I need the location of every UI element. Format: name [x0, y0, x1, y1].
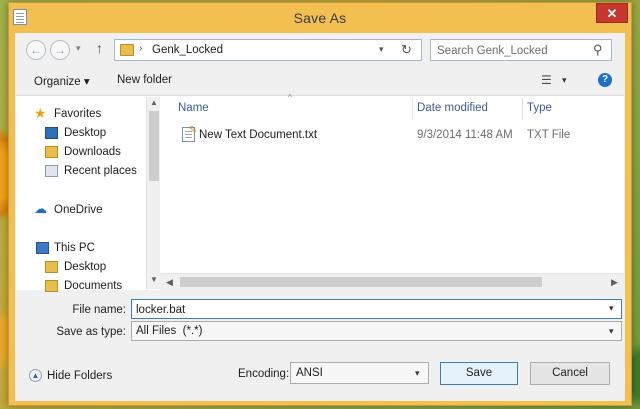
organize-menu-button[interactable]: Organize ▾ — [34, 74, 90, 88]
nav-item-label: Downloads — [64, 146, 121, 158]
star-icon: ★ — [34, 105, 47, 121]
computer-icon — [36, 242, 49, 254]
nav-item-pc-desktop[interactable]: Desktop — [16, 258, 146, 277]
chevron-down-icon[interactable]: ▾ — [609, 326, 614, 337]
address-dropdown-icon[interactable]: ▾ — [379, 44, 384, 55]
scroll-left-icon[interactable]: ◀ — [166, 277, 173, 288]
search-input[interactable] — [437, 43, 587, 58]
breadcrumb-current-folder[interactable]: Genk_Locked — [152, 44, 223, 56]
change-view-icon[interactable]: ☰ — [541, 73, 552, 87]
scrollbar-thumb[interactable] — [180, 277, 542, 287]
column-header-type[interactable]: Type — [527, 102, 552, 114]
encoding-select[interactable]: ANSI ▾ — [290, 362, 429, 384]
nav-item-documents[interactable]: Documents — [16, 277, 146, 296]
column-header-date-modified[interactable]: Date modified — [417, 102, 488, 114]
file-name-label: File name: — [72, 304, 126, 316]
save-as-type-value: All Files (*.*) — [136, 325, 203, 337]
nav-item-recent-places[interactable]: Recent places — [16, 162, 146, 181]
encoding-label: Encoding: — [238, 368, 290, 380]
file-name: New Text Document.txt — [199, 129, 318, 141]
navigation-pane-scrollbar[interactable]: ▲ ▼ — [146, 97, 160, 289]
file-list: ^ Name Date modified Type ✎ New Text Doc… — [160, 93, 624, 290]
file-edit-icon: ✎ — [189, 125, 198, 136]
collapse-up-icon[interactable]: ▲ — [29, 369, 42, 382]
help-icon[interactable]: ? — [598, 73, 612, 87]
window-title: Save As — [293, 10, 347, 26]
nav-item-label: This PC — [54, 242, 95, 254]
file-type: TXT File — [527, 129, 571, 141]
desktop-folder-icon — [45, 261, 58, 273]
cancel-button[interactable]: Cancel — [530, 362, 610, 385]
up-one-level-button[interactable]: ↑ — [96, 40, 103, 56]
view-options-dropdown-icon[interactable]: ▾ — [562, 75, 567, 86]
nav-item-favorites[interactable]: ★ Favorites — [16, 105, 146, 124]
column-divider[interactable] — [412, 98, 413, 120]
forward-button[interactable]: → — [50, 40, 70, 60]
downloads-icon — [45, 146, 58, 158]
new-folder-button[interactable]: New folder — [117, 74, 172, 86]
cloud-icon: ☁ — [34, 201, 47, 216]
encoding-value: ANSI — [296, 367, 323, 379]
file-name-combobox[interactable]: ▾ — [131, 299, 622, 319]
scroll-right-icon[interactable]: ▶ — [611, 277, 618, 288]
file-name-input[interactable] — [136, 302, 596, 317]
breadcrumb-separator-icon[interactable]: › — [139, 43, 142, 54]
save-as-type-select[interactable]: All Files (*.*) ▾ — [131, 321, 622, 341]
address-bar[interactable]: › Genk_Locked ▾ ↻ — [114, 39, 422, 61]
desktop-icon — [45, 127, 58, 139]
file-row[interactable]: ✎ New Text Document.txt 9/3/2014 11:48 A… — [162, 125, 618, 146]
close-button[interactable]: ✕ — [596, 3, 628, 23]
nav-item-downloads[interactable]: Downloads — [16, 143, 146, 162]
nav-item-desktop[interactable]: Desktop — [16, 124, 146, 143]
file-date-modified: 9/3/2014 11:48 AM — [417, 129, 513, 141]
chevron-down-icon[interactable]: ▾ — [609, 303, 614, 314]
sort-ascending-icon: ^ — [288, 93, 292, 102]
nav-item-label: Favorites — [54, 108, 102, 120]
command-toolbar: Organize ▾ New folder ☰ ▾ ? — [16, 66, 624, 94]
recent-places-icon — [45, 165, 58, 177]
nav-item-label: Desktop — [64, 127, 107, 139]
scroll-up-icon[interactable]: ▲ — [150, 98, 158, 107]
nav-item-label: Documents — [64, 280, 123, 292]
back-button[interactable]: ← — [26, 40, 46, 60]
search-icon[interactable]: ⚲ — [593, 42, 603, 58]
nav-item-this-pc[interactable]: This PC — [16, 239, 146, 258]
chevron-down-icon[interactable]: ▾ — [415, 368, 420, 379]
folder-icon — [120, 44, 134, 56]
recent-locations-dropdown-icon[interactable]: ▾ — [76, 43, 81, 54]
file-list-horizontal-scrollbar[interactable]: ◀ ▶ — [160, 273, 624, 290]
nav-item-label: OneDrive — [54, 204, 103, 216]
refresh-icon[interactable]: ↻ — [401, 42, 412, 58]
nav-item-label: Desktop — [64, 261, 107, 273]
folder-icon — [45, 280, 58, 292]
search-box[interactable]: ⚲ — [430, 39, 612, 61]
save-button[interactable]: Save — [440, 362, 518, 385]
column-header-name[interactable]: Name — [178, 102, 209, 114]
save-as-type-label: Save as type: — [56, 326, 126, 338]
column-divider[interactable] — [522, 98, 523, 120]
navigation-pane: ★ Favorites Desktop Downloads Recent pla… — [16, 95, 160, 292]
scrollbar-thumb[interactable] — [149, 111, 159, 181]
nav-item-onedrive[interactable]: ☁ OneDrive — [16, 201, 146, 220]
hide-folders-button[interactable]: Hide Folders — [47, 370, 112, 382]
scroll-down-icon[interactable]: ▼ — [150, 275, 158, 284]
nav-item-label: Recent places — [64, 165, 137, 177]
